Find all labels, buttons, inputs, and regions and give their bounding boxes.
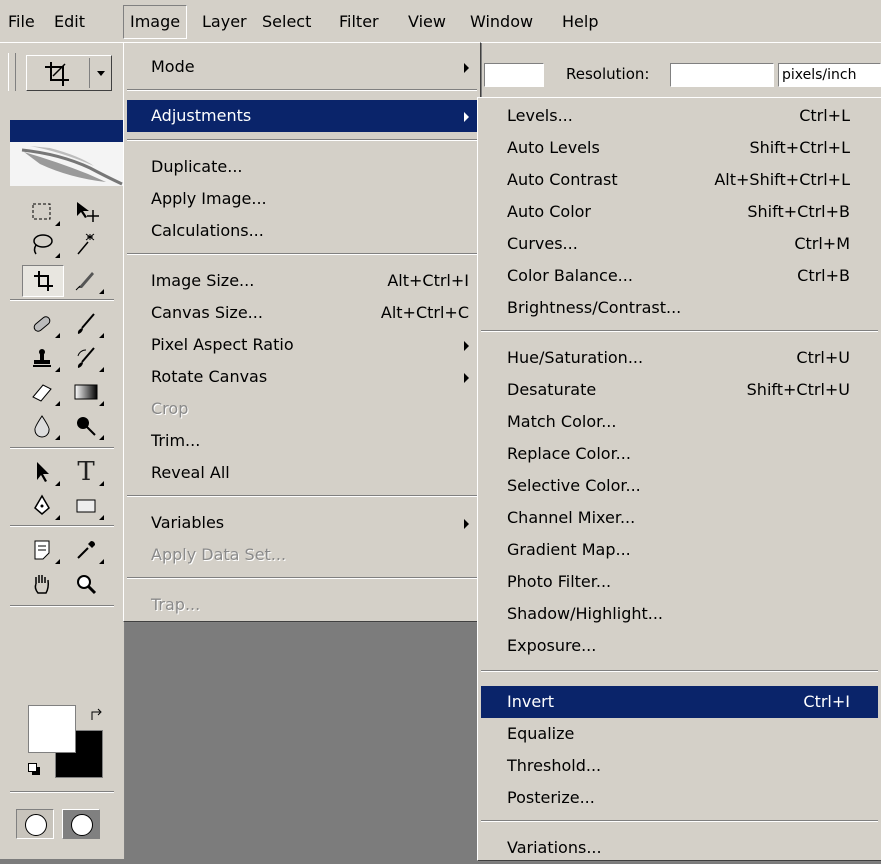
menu-item-image-size[interactable]: Image Size... Alt+Ctrl+I [127, 265, 477, 297]
height-field[interactable] [484, 63, 544, 87]
eyedropper-icon[interactable] [66, 535, 106, 565]
menu-bar: File Edit Image Layer Select Filter View… [0, 0, 881, 43]
type-icon[interactable]: T [66, 457, 106, 487]
pen-icon[interactable] [22, 491, 62, 521]
menu-item-auto-contrast[interactable]: Auto Contrast Alt+Shift+Ctrl+L [481, 164, 878, 196]
submenu-arrow-icon [464, 373, 469, 383]
menu-item-duplicate[interactable]: Duplicate... [127, 151, 477, 183]
menu-item-photo-filter[interactable]: Photo Filter... [481, 566, 878, 598]
hand-icon[interactable] [22, 569, 62, 599]
swap-colors-icon[interactable] [90, 707, 104, 721]
resolution-units-select[interactable] [778, 63, 881, 87]
menu-view[interactable]: View [402, 6, 452, 38]
submenu-arrow-icon [464, 63, 469, 73]
marquee-icon[interactable] [22, 197, 62, 227]
menu-item-variations[interactable]: Variations... [481, 832, 878, 864]
menu-item-auto-levels[interactable]: Auto Levels Shift+Ctrl+L [481, 132, 878, 164]
eraser-icon[interactable] [22, 377, 62, 407]
history-brush-icon[interactable] [66, 343, 106, 373]
menu-edit[interactable]: Edit [48, 6, 91, 38]
magic-wand-icon[interactable] [66, 229, 106, 259]
menu-help[interactable]: Help [556, 6, 604, 38]
menu-item-selective-color[interactable]: Selective Color... [481, 470, 878, 502]
move-icon[interactable] [66, 197, 106, 227]
menu-item-canvas-size[interactable]: Canvas Size... Alt+Ctrl+C [127, 297, 477, 329]
toolbox: T [0, 97, 125, 859]
menu-file[interactable]: File [2, 6, 41, 38]
standard-mode-button[interactable] [16, 809, 54, 839]
menu-item-reveal-all[interactable]: Reveal All [127, 457, 477, 489]
menu-item-rotate-canvas[interactable]: Rotate Canvas [127, 361, 477, 393]
image-menu: Mode Adjustments Duplicate... Apply Imag… [123, 42, 481, 622]
shape-icon[interactable] [66, 491, 106, 521]
menu-item-trap: Trap... [151, 595, 201, 614]
menu-item-threshold[interactable]: Threshold... [481, 750, 878, 782]
clone-stamp-icon[interactable] [22, 343, 62, 373]
menu-window[interactable]: Window [464, 6, 539, 38]
menu-item-posterize[interactable]: Posterize... [481, 782, 878, 814]
menu-filter[interactable]: Filter [333, 6, 385, 38]
menu-item-curves[interactable]: Curves... Ctrl+M [481, 228, 878, 260]
menu-item-levels[interactable]: Levels... Ctrl+L [481, 100, 878, 132]
submenu-arrow-icon [464, 341, 469, 351]
menu-layer[interactable]: Layer [196, 6, 253, 38]
menu-select[interactable]: Select [256, 6, 317, 38]
submenu-arrow-icon [464, 112, 469, 122]
menu-item-apply-image[interactable]: Apply Image... [127, 183, 477, 215]
brush-icon[interactable] [66, 309, 106, 339]
menu-item-desaturate[interactable]: Desaturate Shift+Ctrl+U [481, 374, 878, 406]
tool-preset-picker[interactable] [26, 55, 112, 91]
default-colors-icon[interactable] [28, 763, 40, 775]
menu-item-equalize[interactable]: Equalize [481, 718, 878, 750]
options-grip [8, 53, 16, 91]
menu-item-calculations[interactable]: Calculations... [127, 215, 477, 247]
menu-item-brightness-contrast[interactable]: Brightness/Contrast... [481, 292, 878, 324]
menu-item-crop: Crop [151, 399, 189, 418]
lasso-icon[interactable] [22, 229, 62, 259]
menu-item-shadow-highlight[interactable]: Shadow/Highlight... [481, 598, 878, 630]
adjustments-submenu: Levels... Ctrl+L Auto Levels Shift+Ctrl+L … [477, 97, 881, 861]
menu-item-variables[interactable]: Variables [127, 507, 477, 539]
dodge-icon[interactable] [66, 411, 106, 441]
resolution-label: Resolution: [566, 65, 650, 83]
menu-item-color-balance[interactable]: Color Balance... Ctrl+B [481, 260, 878, 292]
zoom-icon[interactable] [66, 569, 106, 599]
slice-icon[interactable] [66, 265, 106, 295]
menu-item-match-color[interactable]: Match Color... [481, 406, 878, 438]
menu-item-mode[interactable]: Mode [127, 51, 477, 83]
type-glyph: T [77, 457, 95, 487]
menu-item-pixel-aspect-ratio[interactable]: Pixel Aspect Ratio [127, 329, 477, 361]
notes-icon[interactable] [22, 535, 62, 565]
menu-item-replace-color[interactable]: Replace Color... [481, 438, 878, 470]
crop-tool-icon [45, 62, 69, 86]
chevron-down-icon [97, 71, 105, 76]
menu-item-apply-data-set: Apply Data Set... [151, 545, 287, 564]
feather-logo [10, 142, 124, 186]
menu-item-adjustments[interactable]: Adjustments [127, 100, 477, 132]
healing-brush-icon[interactable] [22, 309, 62, 339]
menu-item-trim[interactable]: Trim... [127, 425, 477, 457]
submenu-arrow-icon [464, 519, 469, 529]
menu-image[interactable]: Image [123, 5, 188, 39]
gradient-icon[interactable] [66, 377, 106, 407]
quick-mask-button[interactable] [62, 809, 100, 839]
menu-item-invert[interactable]: Invert Ctrl+I [481, 686, 878, 718]
foreground-color-swatch[interactable] [28, 705, 76, 753]
toolbox-header [10, 120, 124, 142]
crop-icon[interactable] [22, 265, 64, 297]
path-select-icon[interactable] [22, 457, 62, 487]
menu-item-exposure[interactable]: Exposure... [481, 630, 878, 662]
blur-icon[interactable] [22, 411, 62, 441]
menu-item-gradient-map[interactable]: Gradient Map... [481, 534, 878, 566]
menu-item-hue-saturation[interactable]: Hue/Saturation... Ctrl+U [481, 342, 878, 374]
resolution-field[interactable] [670, 63, 774, 87]
menu-item-channel-mixer[interactable]: Channel Mixer... [481, 502, 878, 534]
menu-item-auto-color[interactable]: Auto Color Shift+Ctrl+B [481, 196, 878, 228]
